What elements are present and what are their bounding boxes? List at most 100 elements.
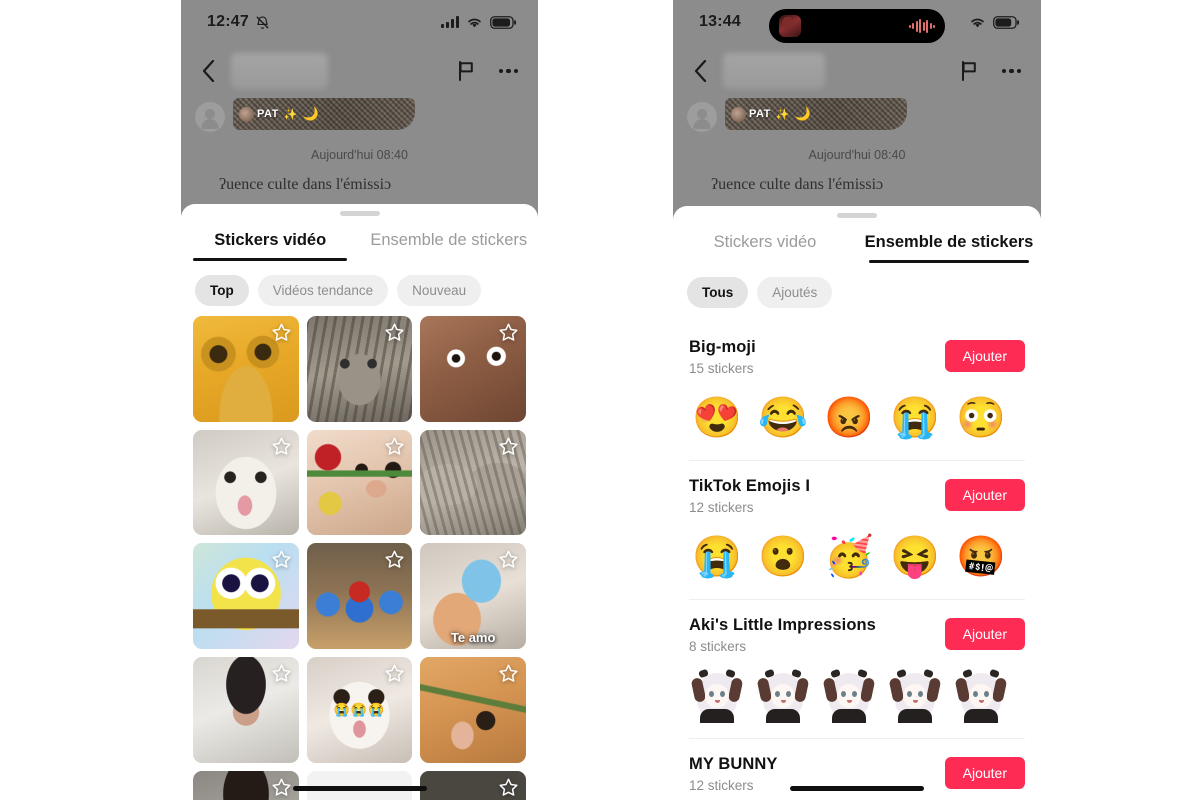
video-message-bubble[interactable]: PAT ✨ 🌙 <box>725 98 907 130</box>
pack-preview-sticker[interactable]: 😡 <box>821 390 877 446</box>
cellular-signal-icon <box>441 16 459 28</box>
status-right-group <box>441 15 516 29</box>
sticker-tile[interactable]: Te amo <box>420 543 526 649</box>
moon-icon: 🌙 <box>794 106 811 121</box>
sticker-tile[interactable] <box>193 770 299 800</box>
more-dot <box>1009 68 1014 74</box>
tab-video-stickers[interactable]: Stickers vidéo <box>673 224 857 263</box>
sticker-pack-item: Big-moji 15 stickers Ajouter 😍 😂 😡 😭 😳 <box>689 322 1025 460</box>
chevron-left-icon <box>202 60 214 82</box>
favorite-star-icon[interactable] <box>271 436 292 457</box>
pack-preview-sticker[interactable]: 😭 <box>887 390 943 446</box>
sticker-grid-scroll[interactable]: Te amo 😭😭😭 <box>181 316 538 800</box>
chip-added[interactable]: Ajoutés <box>757 277 833 308</box>
favorite-star-icon[interactable] <box>271 663 292 684</box>
sticker-tile[interactable] <box>420 770 526 800</box>
chat-message-row: PAT ✨ 🌙 <box>687 98 1027 132</box>
report-flag-button[interactable] <box>960 61 978 81</box>
pack-header: Big-moji 15 stickers Ajouter <box>689 338 1025 376</box>
report-flag-button[interactable] <box>457 61 475 81</box>
anime-chibi-art <box>756 668 810 723</box>
chat-date-divider: Aujourd'hui 08:40 <box>311 148 408 162</box>
favorite-star-icon[interactable] <box>384 549 405 570</box>
pack-preview-sticker[interactable]: 😂 <box>755 390 811 446</box>
bubble-label: PAT <box>749 108 771 120</box>
add-pack-button[interactable]: Ajouter <box>944 757 1025 789</box>
pack-preview-sticker[interactable] <box>887 668 943 724</box>
pack-preview-sticker[interactable] <box>821 668 877 724</box>
dynamic-island[interactable] <box>769 9 945 43</box>
favorite-star-icon[interactable] <box>498 549 519 570</box>
sticker-pack-item: Aki's Little Impressions 8 stickers Ajou… <box>689 599 1025 738</box>
sticker-pack-list[interactable]: Big-moji 15 stickers Ajouter 😍 😂 😡 😭 😳 T… <box>673 318 1041 800</box>
sticker-overlay-emoji: 😭😭😭 <box>333 701 386 717</box>
status-left-group: 13:44 <box>699 13 741 31</box>
video-message-bubble[interactable]: PAT ✨ 🌙 <box>233 98 415 130</box>
sticker-tile[interactable] <box>193 429 299 536</box>
chip-top[interactable]: Top <box>195 275 249 306</box>
favorite-star-icon[interactable] <box>498 777 519 798</box>
sheet-tabs-left: Stickers vidéo Ensemble de stickers <box>181 222 538 261</box>
chip-new[interactable]: Nouveau <box>397 275 482 306</box>
more-options-button[interactable] <box>485 68 518 74</box>
sticker-tile[interactable] <box>420 429 526 536</box>
favorite-star-icon[interactable] <box>498 436 519 457</box>
sticker-sheet-left: Stickers vidéo Ensemble de stickers Top … <box>181 204 538 800</box>
favorite-star-icon[interactable] <box>498 663 519 684</box>
chat-title-redacted <box>723 53 826 89</box>
wifi-icon <box>971 18 984 27</box>
pack-preview-sticker[interactable]: 😮 <box>755 529 811 585</box>
sticker-tile[interactable] <box>420 316 526 422</box>
pack-preview-sticker[interactable]: 🤬 <box>953 529 1009 585</box>
sticker-tile[interactable] <box>306 429 413 536</box>
sticker-tile[interactable] <box>193 657 299 763</box>
sticker-tile[interactable]: 😭😭😭 <box>306 657 413 763</box>
moon-icon: 🌙 <box>302 106 319 121</box>
pack-preview-sticker[interactable] <box>755 668 811 724</box>
anime-chibi-art <box>888 668 942 723</box>
sticker-tile[interactable] <box>306 543 413 650</box>
sticker-tile[interactable] <box>193 316 299 422</box>
add-pack-button[interactable]: Ajouter <box>944 340 1025 372</box>
pack-preview-sticker[interactable]: 😭 <box>689 529 745 585</box>
favorite-star-icon[interactable] <box>384 322 405 343</box>
sticker-tile[interactable] <box>193 543 299 649</box>
favorite-star-icon[interactable] <box>271 549 292 570</box>
pack-preview-sticker[interactable]: 🥳 <box>821 529 877 585</box>
sheet-grabber[interactable] <box>837 213 877 218</box>
add-pack-button[interactable]: Ajouter <box>944 479 1025 511</box>
chat-header-right <box>673 44 1041 98</box>
favorite-star-icon[interactable] <box>498 322 519 343</box>
avatar <box>195 102 225 132</box>
sticker-tile[interactable] <box>420 657 526 763</box>
status-bar-left: 12:47 <box>181 0 538 44</box>
more-options-button[interactable] <box>988 68 1021 74</box>
pack-preview-sticker[interactable]: 😳 <box>953 390 1009 446</box>
chat-message-snippet: ʔuence culte dans l'émissiɔ <box>711 176 884 193</box>
favorite-star-icon[interactable] <box>384 436 405 457</box>
battery-icon <box>993 15 1019 29</box>
back-button[interactable] <box>687 60 713 82</box>
tab-sticker-sets[interactable]: Ensemble de stickers <box>360 222 539 261</box>
pack-meta: Big-moji 15 stickers <box>689 338 945 376</box>
sheet-tabs-right: Stickers vidéo Ensemble de stickers <box>673 224 1041 263</box>
pack-preview-sticker[interactable] <box>689 668 745 724</box>
sticker-tile[interactable] <box>306 316 413 422</box>
pack-preview-sticker[interactable]: 😝 <box>887 529 943 585</box>
favorite-star-icon[interactable] <box>384 663 405 684</box>
more-dot <box>1001 68 1006 74</box>
pack-preview-sticker[interactable] <box>953 668 1009 724</box>
more-dot <box>513 68 518 74</box>
sheet-grabber[interactable] <box>339 211 380 216</box>
favorite-star-icon[interactable] <box>271 777 292 798</box>
chip-all[interactable]: Tous <box>687 277 749 308</box>
pack-preview-sticker[interactable]: 😍 <box>689 390 745 446</box>
flag-icon <box>961 61 976 81</box>
favorite-star-icon[interactable] <box>271 322 292 343</box>
tab-sticker-sets[interactable]: Ensemble de stickers <box>857 224 1041 263</box>
chip-trending-videos[interactable]: Vidéos tendance <box>257 275 389 306</box>
tab-video-stickers[interactable]: Stickers vidéo <box>181 222 360 261</box>
phone-left: 12:47 PAT ✨ 🌙 Aujourd'hui 08:40 ʔuence c… <box>181 0 538 800</box>
add-pack-button[interactable]: Ajouter <box>944 618 1025 650</box>
back-button[interactable] <box>195 60 221 82</box>
